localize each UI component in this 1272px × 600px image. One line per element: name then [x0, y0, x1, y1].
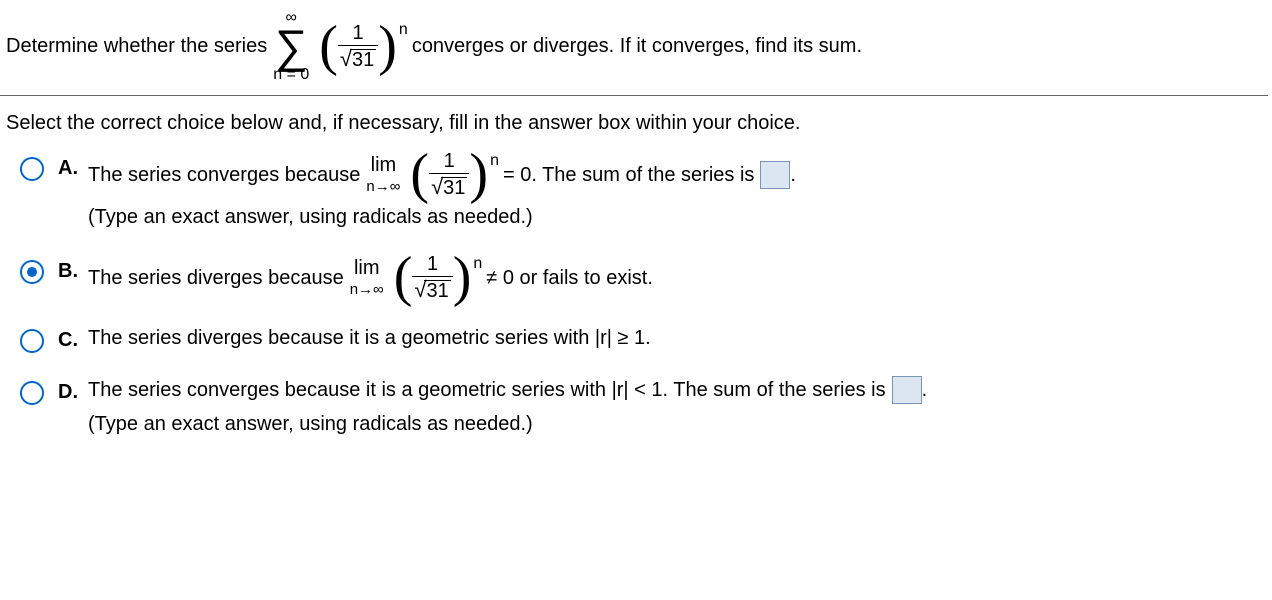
sigma-notation: ∞ ∑ n = 0 [273, 10, 309, 83]
limit-expr: lim n→∞ [366, 155, 400, 194]
exponent: n [399, 21, 408, 39]
fraction: 1 √31 [338, 23, 378, 70]
question-tail: converges or diverges. If it converges, … [412, 35, 862, 58]
choice-a[interactable]: A. The series converges because lim n→∞ … [6, 151, 1266, 232]
limit-term: ( 1 √31 ) n [394, 254, 483, 301]
question-lead: Determine whether the series [6, 35, 267, 58]
radio-d[interactable] [20, 381, 44, 405]
choice-list: A. The series converges because lim n→∞ … [0, 145, 1272, 439]
sigma-icon: ∑ [275, 26, 308, 67]
sqrt-icon: √31 [340, 48, 376, 70]
choice-b[interactable]: B. The series diverges because lim n→∞ (… [6, 254, 1266, 301]
left-paren-icon: ( [319, 24, 338, 69]
note-d: (Type an exact answer, using radicals as… [88, 409, 1266, 439]
answer-input-a[interactable] [760, 161, 790, 189]
instruction-text: Select the correct choice below and, if … [0, 104, 1272, 145]
divider [0, 95, 1268, 96]
choice-c[interactable]: C. The series diverges because it is a g… [6, 323, 1266, 353]
radio-b[interactable] [20, 260, 44, 284]
limit-expr: lim n→∞ [350, 258, 384, 297]
answer-input-d[interactable] [892, 376, 922, 404]
radio-c[interactable] [20, 329, 44, 353]
choice-d[interactable]: D. The series converges because it is a … [6, 375, 1266, 439]
right-paren-icon: ) [378, 24, 397, 69]
question-stem: Determine whether the series ∞ ∑ n = 0 (… [0, 0, 1272, 95]
note-a: (Type an exact answer, using radicals as… [88, 202, 1266, 232]
limit-term: ( 1 √31 ) n [410, 151, 499, 198]
series-term: ( 1 √31 ) n [319, 23, 408, 70]
radio-a[interactable] [20, 157, 44, 181]
choice-c-text: The series diverges because it is a geom… [88, 327, 651, 349]
